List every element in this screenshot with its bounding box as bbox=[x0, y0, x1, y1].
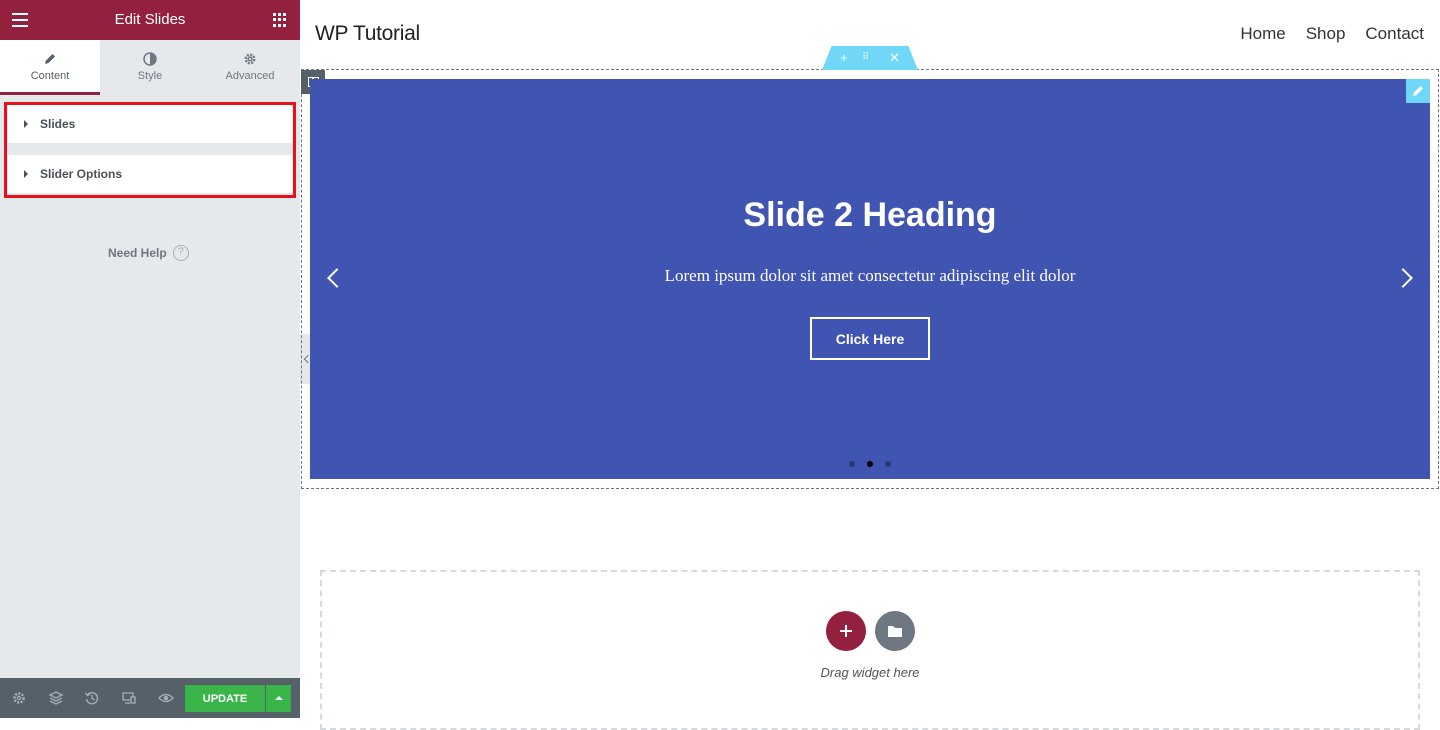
caret-right-icon bbox=[24, 170, 28, 178]
update-options-button[interactable] bbox=[266, 685, 291, 712]
layers-icon[interactable] bbox=[48, 690, 64, 706]
panel-title: Edit Slides bbox=[114, 11, 186, 28]
folder-icon bbox=[888, 626, 902, 637]
section-slider-options-label: Slider Options bbox=[40, 167, 123, 181]
section-slider-options[interactable]: Slider Options bbox=[8, 155, 292, 193]
tab-content[interactable]: Content bbox=[0, 40, 100, 95]
slides-widget[interactable]: Slide 2 Heading Lorem ipsum dolor sit am… bbox=[310, 79, 1430, 479]
editor-panel: Edit Slides Content Style Advanced Slide… bbox=[0, 0, 300, 718]
update-button[interactable]: UPDATE bbox=[185, 685, 265, 712]
tab-advanced-label: Advanced bbox=[225, 70, 275, 82]
settings-icon[interactable] bbox=[11, 690, 27, 706]
widgets-grid-icon[interactable] bbox=[273, 13, 287, 27]
drag-section-icon[interactable]: ⠿ bbox=[862, 50, 869, 66]
empty-drop-zone bbox=[320, 570, 1420, 730]
nav-shop[interactable]: Shop bbox=[1306, 24, 1346, 44]
site-title[interactable]: WP Tutorial bbox=[315, 22, 420, 46]
caret-right-icon bbox=[24, 120, 28, 128]
question-icon: ? bbox=[172, 245, 189, 261]
panel-sections: Slides Slider Options bbox=[8, 105, 292, 193]
pencil-icon bbox=[1413, 86, 1423, 96]
add-new-section-button[interactable] bbox=[826, 611, 866, 651]
slide-heading: Slide 2 Heading bbox=[743, 196, 997, 234]
add-section-icon[interactable]: + bbox=[840, 50, 848, 66]
tab-content-label: Content bbox=[30, 70, 70, 82]
tab-style-label: Style bbox=[137, 70, 163, 82]
section-slides[interactable]: Slides bbox=[8, 105, 292, 143]
need-help-link[interactable]: Need Help ? bbox=[108, 245, 189, 261]
pagination-dot[interactable] bbox=[885, 461, 891, 467]
pagination-dot-active[interactable] bbox=[867, 461, 873, 467]
nav-contact[interactable]: Contact bbox=[1365, 24, 1424, 44]
site-nav: Home Shop Contact bbox=[1240, 24, 1424, 44]
panel-header: Edit Slides bbox=[0, 0, 300, 40]
drag-widget-hint: Drag widget here bbox=[820, 665, 920, 680]
slide-cta-button[interactable]: Click Here bbox=[810, 317, 930, 360]
tab-advanced[interactable]: Advanced bbox=[200, 40, 300, 95]
add-template-button[interactable] bbox=[875, 611, 915, 651]
need-help-label: Need Help bbox=[108, 246, 167, 260]
nav-home[interactable]: Home bbox=[1240, 24, 1285, 44]
section-slides-label: Slides bbox=[40, 117, 76, 131]
panel-tabs: Content Style Advanced bbox=[0, 40, 300, 95]
section-handle: + ⠿ ✕ bbox=[822, 46, 918, 70]
delete-section-icon[interactable]: ✕ bbox=[889, 50, 900, 66]
tab-style[interactable]: Style bbox=[100, 40, 200, 95]
edit-widget-pencil-icon[interactable] bbox=[1406, 79, 1430, 103]
pencil-icon bbox=[45, 54, 55, 64]
history-icon[interactable] bbox=[84, 690, 100, 706]
gear-icon bbox=[244, 53, 256, 65]
responsive-icon[interactable] bbox=[121, 690, 137, 706]
preview-eye-icon[interactable] bbox=[158, 690, 174, 706]
half-circle-icon bbox=[143, 52, 157, 66]
slider-pagination bbox=[310, 461, 1430, 467]
pagination-dot[interactable] bbox=[849, 461, 855, 467]
slide-description: Lorem ipsum dolor sit amet consectetur a… bbox=[664, 266, 1076, 285]
